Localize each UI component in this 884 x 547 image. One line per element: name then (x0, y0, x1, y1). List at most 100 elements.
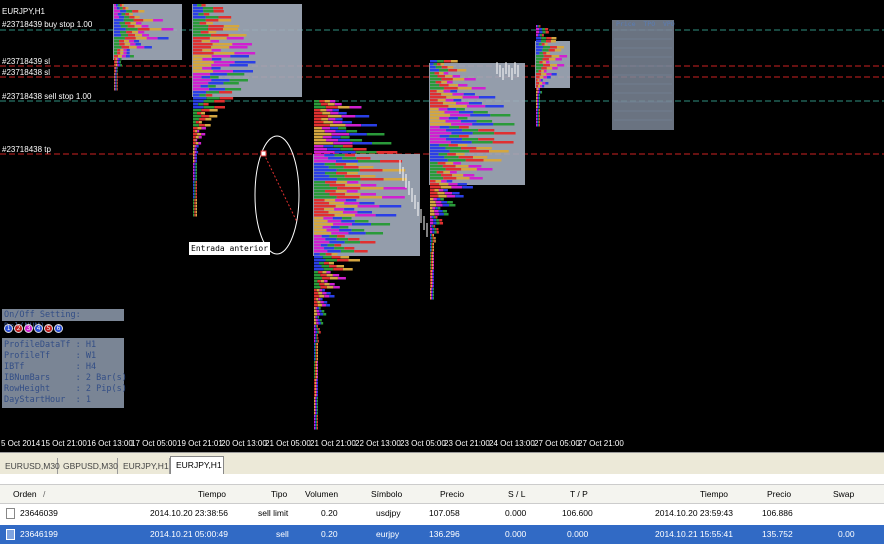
profile-row (193, 190, 195, 193)
profile-row (432, 267, 433, 270)
profile-row (441, 180, 447, 183)
profile-row (134, 16, 140, 19)
profile-row (433, 276, 434, 279)
profile-row (325, 253, 332, 256)
profile-row (536, 58, 543, 61)
profile-row (449, 135, 460, 138)
profile-row (316, 397, 317, 400)
profile-row (376, 151, 398, 154)
profile-row (430, 123, 452, 126)
profile-row (314, 337, 316, 340)
col-simbolo[interactable]: Símbolo (371, 485, 402, 503)
col-precio[interactable]: Precio (440, 485, 464, 503)
profile-row (536, 121, 537, 124)
setting-button-5[interactable]: 5 (44, 323, 53, 333)
profile-row (120, 25, 128, 28)
profile-row (315, 328, 317, 331)
profile-row (193, 88, 210, 91)
col-volumen[interactable]: Volumen (305, 485, 338, 503)
order-icon (6, 508, 15, 519)
profile-row (432, 237, 435, 240)
profile-row (315, 316, 317, 319)
profile-row (462, 96, 479, 99)
profile-row (193, 22, 200, 25)
table-row[interactable]: 23646039 2014.10.20 23:38:56 sell limit … (0, 504, 884, 523)
setting-button-4[interactable]: 4 (34, 323, 43, 333)
tab-eurusd-m30[interactable]: EURUSD,M30 (0, 458, 60, 474)
profile-row (314, 130, 325, 133)
setting-button-2[interactable]: 2 (14, 323, 23, 333)
profile-row (321, 265, 330, 268)
profile-row (194, 166, 196, 169)
profile-row (314, 154, 325, 157)
profile-row (538, 115, 539, 118)
profile-row (452, 192, 460, 195)
profile-row (324, 190, 336, 193)
profile-row (322, 256, 332, 259)
profile-row (452, 78, 465, 81)
col-tiempo-close[interactable]: Tiempo (700, 485, 728, 503)
col-tp[interactable]: T / P (570, 485, 588, 503)
col-orden[interactable]: Orden (13, 485, 37, 503)
profile-row (430, 189, 435, 192)
profile-row (193, 181, 195, 184)
profile-row (538, 112, 539, 115)
profile-row (430, 135, 440, 138)
profile-row (430, 90, 437, 93)
profile-row (335, 163, 347, 166)
tab-eurjpy-h1[interactable]: EURJPY,H1 (118, 458, 170, 474)
profile-row (536, 61, 540, 64)
profile-row (539, 124, 540, 127)
col-swap[interactable]: Swap (833, 485, 854, 503)
profile-row (114, 46, 122, 49)
setting-button-6[interactable]: 6 (54, 323, 63, 333)
table-row-selected[interactable]: 23646199 2014.10.21 05:00:49 sell 0.20 e… (0, 525, 884, 544)
profile-row (114, 61, 116, 64)
profile-row (430, 168, 446, 171)
profile-row (323, 301, 328, 304)
profile-row (317, 334, 318, 337)
profile-row (538, 94, 539, 97)
profile-row (314, 358, 315, 361)
col-precio-close[interactable]: Precio (767, 485, 791, 503)
tab-gbpusd-m30[interactable]: GBPUSD,M30 (58, 458, 118, 474)
profile-row (321, 118, 329, 121)
setting-button-1[interactable]: 1 (4, 323, 13, 333)
profile-row (336, 238, 349, 241)
profile-row (365, 232, 384, 235)
tab-eurjpy-h1-active[interactable]: EURJPY,H1 (170, 456, 224, 475)
profile-row (316, 373, 317, 376)
setting-button-3[interactable]: 3 (24, 323, 33, 333)
profile-row (134, 25, 142, 28)
profile-row (219, 91, 233, 94)
profile-row (430, 60, 437, 63)
profile-row (542, 52, 547, 55)
profile-row (314, 268, 324, 271)
col-tipo[interactable]: Tipo (271, 485, 287, 503)
profile-row (433, 297, 434, 300)
profile-row (435, 201, 442, 204)
profile-row (471, 141, 493, 144)
col-tiempo[interactable]: Tiempo (198, 485, 226, 503)
profile-row (195, 187, 197, 190)
price-chart[interactable]: EURJPY,H1 #23718439 buy stop 1.00 #23718… (0, 0, 884, 452)
profile-row (314, 319, 316, 322)
profile-row (194, 163, 196, 166)
profile-row (461, 168, 477, 171)
profile-row (442, 165, 456, 168)
profile-row (314, 412, 315, 415)
profile-row (316, 334, 317, 337)
profile-row (314, 115, 328, 118)
profile-row (208, 82, 224, 85)
profile-row (314, 235, 322, 238)
profile-row (194, 145, 197, 148)
profile-row (439, 84, 449, 87)
profile-row (198, 121, 202, 124)
profile-row (432, 240, 435, 243)
profile-row (314, 217, 324, 220)
col-sl[interactable]: S / L (508, 485, 525, 503)
profile-row (193, 58, 203, 61)
profile-row (193, 163, 195, 166)
profile-row (542, 31, 546, 34)
profile-row (314, 145, 324, 148)
